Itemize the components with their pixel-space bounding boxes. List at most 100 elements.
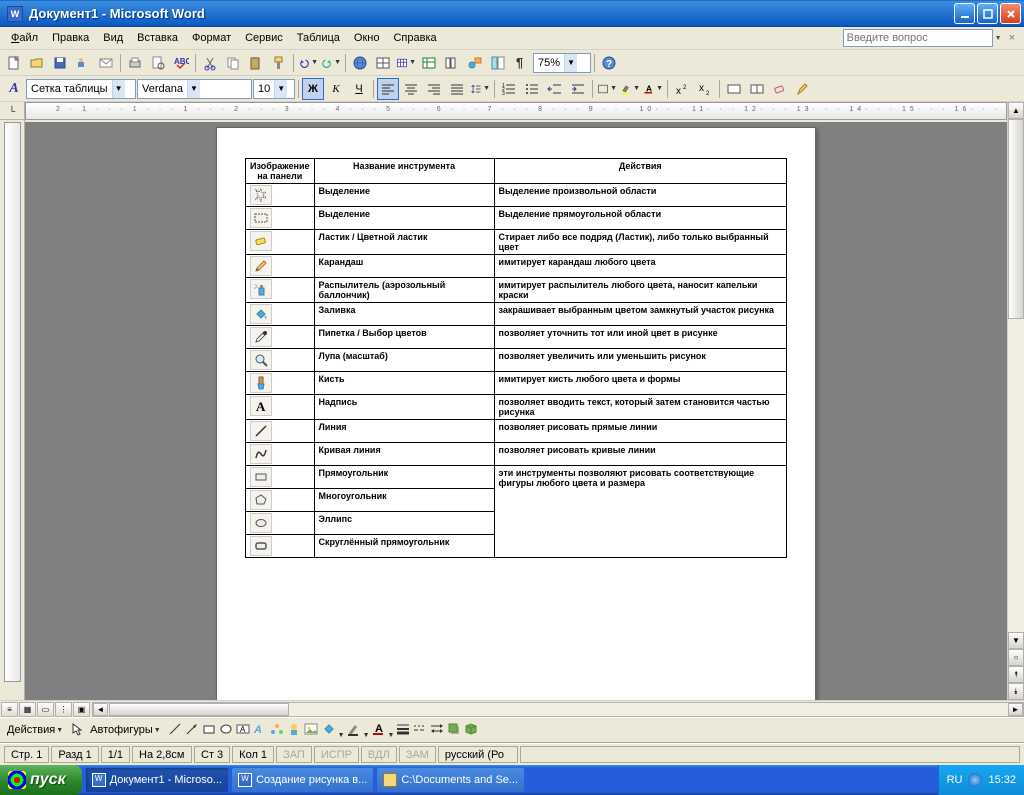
cell-tool-icon[interactable] xyxy=(246,372,315,395)
cell-tool-icon[interactable] xyxy=(246,303,315,326)
hscroll-thumb[interactable] xyxy=(109,703,289,716)
cell-tool-name[interactable]: Эллипс xyxy=(314,512,494,535)
cell-tool-icon[interactable] xyxy=(246,184,315,207)
help-button[interactable]: ? xyxy=(598,52,620,74)
highlight-button[interactable]: ▼ xyxy=(619,78,641,100)
browse-object-button[interactable]: ○ xyxy=(1008,649,1024,666)
table-row[interactable]: Линияпозволяет рисовать прямые линии xyxy=(246,420,787,443)
permissions-button[interactable] xyxy=(72,52,94,74)
cell-tool-icon[interactable] xyxy=(246,207,315,230)
autoshapes-menu[interactable]: Автофигуры ▼ xyxy=(86,722,165,738)
cell-tool-action[interactable]: имитирует кисть любого цвета и формы xyxy=(494,372,786,395)
select-objects-button[interactable] xyxy=(69,721,85,740)
print-preview-button[interactable] xyxy=(147,52,169,74)
cell-tool-name[interactable]: Ластик / Цветной ластик xyxy=(314,230,494,255)
scroll-right-button[interactable]: ► xyxy=(1008,703,1023,716)
col-header-image[interactable]: Изображение на панели xyxy=(246,159,315,184)
insert-picture-button[interactable] xyxy=(303,721,319,740)
tab-selector[interactable]: └ xyxy=(0,102,24,120)
cell-tool-action[interactable]: Выделение прямоугольной области xyxy=(494,207,786,230)
horizontal-ruler[interactable]: 2 · 1 · · · 1 · · · 1 · · · 2 · · · 3 · … xyxy=(25,102,1007,120)
font-color-draw-button[interactable]: A▼ xyxy=(371,721,395,740)
bullets-button[interactable] xyxy=(521,78,543,100)
help-close-icon[interactable]: × xyxy=(1004,30,1020,46)
align-center-button[interactable] xyxy=(400,78,422,100)
bold-button[interactable]: Ж xyxy=(302,78,324,100)
columns-button[interactable] xyxy=(441,52,463,74)
table-row[interactable]: Кривая линияпозволяет рисовать кривые ли… xyxy=(246,443,787,466)
fill-color-button[interactable]: ▼ xyxy=(321,721,345,740)
italic-button[interactable]: К xyxy=(325,78,347,100)
wordart-button[interactable]: A xyxy=(252,721,268,740)
cell-tool-action[interactable]: имитирует распылитель любого цвета, нано… xyxy=(494,278,786,303)
underline-button[interactable]: Ч xyxy=(348,78,370,100)
cut-button[interactable] xyxy=(199,52,221,74)
cell-tool-name[interactable]: Кривая линия xyxy=(314,443,494,466)
arrow-style-button[interactable] xyxy=(429,721,445,740)
cell-tool-action[interactable]: Стирает либо все подряд (Ластик), либо т… xyxy=(494,230,786,255)
cell-tool-action[interactable]: позволяет увеличить или уменьшить рисуно… xyxy=(494,349,786,372)
menu-table[interactable]: Таблица xyxy=(290,30,347,46)
table-row[interactable]: Карандашимитирует карандаш любого цвета xyxy=(246,255,787,278)
col-header-action[interactable]: Действия xyxy=(494,159,786,184)
shadow-button[interactable] xyxy=(446,721,462,740)
cell-tool-name[interactable]: Распылитель (аэрозольный баллончик) xyxy=(314,278,494,303)
minimize-button[interactable] xyxy=(954,3,975,24)
style-dropdown[interactable]: Сетка таблицы▼ xyxy=(26,79,136,99)
menu-insert[interactable]: Вставка xyxy=(130,30,185,46)
redo-button[interactable]: ▼ xyxy=(320,52,342,74)
merge-cells-button[interactable] xyxy=(723,78,745,100)
styles-pane-button[interactable]: A xyxy=(3,78,25,100)
split-cells-button[interactable] xyxy=(746,78,768,100)
diagram-button[interactable] xyxy=(269,721,285,740)
textbox-tool-button[interactable]: A xyxy=(235,721,251,740)
table-row[interactable]: Ластик / Цветной ластикСтирает либо все … xyxy=(246,230,787,255)
status-ovr[interactable]: ЗАМ xyxy=(399,746,436,763)
table-row[interactable]: ВыделениеВыделение произвольной области xyxy=(246,184,787,207)
prev-page-button[interactable]: ⯭ xyxy=(1008,666,1024,683)
cell-tool-name[interactable]: Лупа (масштаб) xyxy=(314,349,494,372)
cell-tool-name[interactable]: Кисть xyxy=(314,372,494,395)
save-button[interactable] xyxy=(49,52,71,74)
table-row[interactable]: Кистьимитирует кисть любого цвета и форм… xyxy=(246,372,787,395)
table-row[interactable]: Пипетка / Выбор цветовпозволяет уточнить… xyxy=(246,326,787,349)
menu-format[interactable]: Формат xyxy=(185,30,238,46)
line-color-button[interactable]: ▼ xyxy=(346,721,370,740)
draw-actions-menu[interactable]: Действия ▼ xyxy=(3,722,67,738)
cell-tool-icon[interactable] xyxy=(246,535,315,558)
web-view-button[interactable]: ▦ xyxy=(19,702,36,717)
justify-button[interactable] xyxy=(446,78,468,100)
cell-tool-name[interactable]: Выделение xyxy=(314,207,494,230)
hyperlink-button[interactable] xyxy=(349,52,371,74)
document-page[interactable]: Изображение на панели Название инструмен… xyxy=(216,127,816,700)
cell-tool-action[interactable]: Выделение произвольной области xyxy=(494,184,786,207)
table-row[interactable]: ВыделениеВыделение прямоугольной области xyxy=(246,207,787,230)
scroll-down-button[interactable]: ▼ xyxy=(1008,632,1024,649)
drawing-toolbar-button[interactable] xyxy=(464,52,486,74)
table-row[interactable]: Лупа (масштаб)позволяет увеличить или ум… xyxy=(246,349,787,372)
dash-style-button[interactable] xyxy=(412,721,428,740)
oval-tool-button[interactable] xyxy=(218,721,234,740)
open-button[interactable] xyxy=(26,52,48,74)
help-dropdown-icon[interactable]: ▼ xyxy=(995,35,1002,42)
cell-tool-icon[interactable] xyxy=(246,349,315,372)
rectangle-tool-button[interactable] xyxy=(201,721,217,740)
taskbar-item-word[interactable]: WДокумент1 - Microso... xyxy=(86,768,228,792)
cell-tool-icon[interactable] xyxy=(246,466,315,489)
cell-tool-action[interactable]: позволяет уточнить тот или иной цвет в р… xyxy=(494,326,786,349)
cell-tool-icon[interactable]: A xyxy=(246,395,315,420)
align-left-button[interactable] xyxy=(377,78,399,100)
scroll-up-button[interactable]: ▲ xyxy=(1008,102,1024,119)
cell-tool-action[interactable]: эти инструменты позволяют рисовать соотв… xyxy=(494,466,786,558)
cell-tool-name[interactable]: Заливка xyxy=(314,303,494,326)
table-row[interactable]: Распылитель (аэрозольный баллончик)имити… xyxy=(246,278,787,303)
document-map-button[interactable] xyxy=(487,52,509,74)
insert-spreadsheet-button[interactable] xyxy=(418,52,440,74)
scroll-track[interactable] xyxy=(1008,119,1024,632)
eraser-icon[interactable] xyxy=(769,78,791,100)
line-style-button[interactable] xyxy=(395,721,411,740)
menu-tools[interactable]: Сервис xyxy=(238,30,290,46)
cell-tool-icon[interactable] xyxy=(246,443,315,466)
paste-button[interactable] xyxy=(245,52,267,74)
close-button[interactable] xyxy=(1000,3,1021,24)
